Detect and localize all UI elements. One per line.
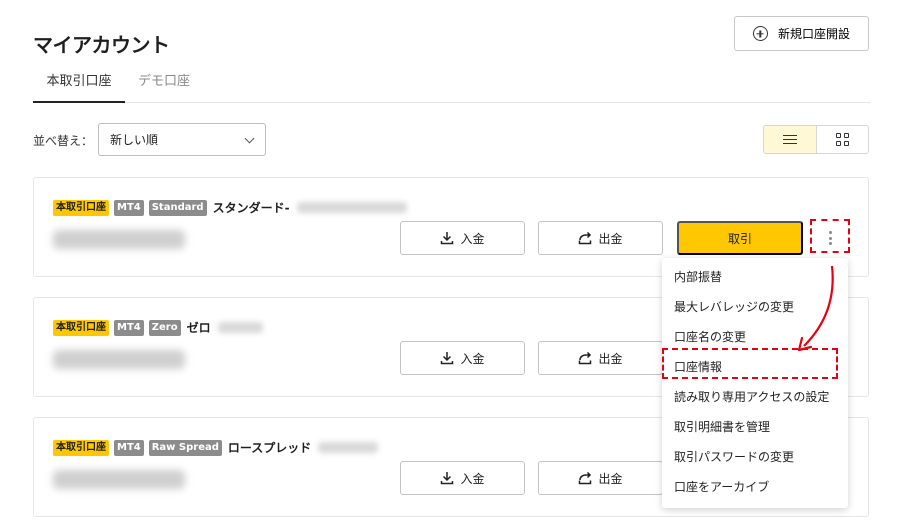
menu-item-statements[interactable]: 取引明細書を管理 — [674, 418, 770, 435]
trade-button[interactable]: 取引 — [677, 221, 803, 255]
share-upload-icon — [579, 471, 592, 485]
menu-item-change-password[interactable]: 取引パスワードの変更 — [674, 448, 794, 465]
deposit-label: 入金 — [460, 471, 485, 486]
sort-label: 並べ替え： — [33, 134, 94, 148]
menu-item-rename-account[interactable]: 口座名の変更 — [674, 328, 746, 345]
deposit-button[interactable]: 入金 — [400, 341, 525, 375]
menu-item-read-only-access[interactable]: 読み取り専用アクセスの設定 — [674, 388, 829, 405]
withdraw-button[interactable]: 出金 — [538, 221, 663, 255]
platform-badge: MT4 — [114, 439, 144, 456]
menu-item-archive-account[interactable]: 口座をアーカイブ — [674, 478, 769, 495]
account-name: ロースプレッド — [227, 441, 312, 455]
platform-badge: MT4 — [114, 199, 144, 216]
grid-icon — [835, 133, 849, 146]
account-type-badge: 本取引口座 — [53, 439, 109, 456]
variant-badge: Raw Spread — [148, 439, 222, 456]
deposit-label: 入金 — [460, 351, 485, 366]
menu-item-account-info[interactable]: 口座情報 — [674, 358, 722, 375]
more-vertical-icon — [828, 231, 832, 234]
sort-selected-value: 新しい順 — [110, 133, 159, 147]
account-options-menu: 内部振替 最大レバレッジの変更 口座名の変更 口座情報 読み取り専用アクセスの設… — [662, 258, 848, 508]
grid-view-button[interactable] — [816, 126, 868, 153]
sort-select[interactable]: 新しい順 — [98, 123, 266, 156]
share-upload-icon — [579, 351, 592, 365]
menu-item-internal-transfer[interactable]: 内部振替 — [674, 268, 722, 285]
withdraw-button[interactable]: 出金 — [538, 341, 663, 375]
deposit-label: 入金 — [460, 231, 485, 246]
download-icon — [441, 472, 454, 485]
more-options-button[interactable] — [813, 221, 847, 255]
variant-badge: Standard — [148, 199, 207, 216]
deposit-button[interactable]: 入金 — [400, 461, 525, 495]
new-account-button[interactable]: 新規口座開設 — [734, 16, 869, 51]
account-name: ゼロ — [186, 321, 211, 335]
download-icon — [441, 352, 454, 365]
withdraw-label: 出金 — [598, 351, 623, 366]
download-icon — [441, 232, 454, 245]
page-title: マイアカウント — [33, 33, 170, 57]
view-toggle — [763, 125, 869, 154]
account-badges: 本取引口座 MT4 Standard スタンダード- — [53, 199, 407, 216]
tab-demo-account[interactable]: デモ口座 — [138, 70, 190, 101]
account-name: スタンダード- — [212, 201, 290, 215]
withdraw-label: 出金 — [598, 471, 623, 486]
chevron-down-icon — [244, 133, 255, 144]
new-account-label: 新規口座開設 — [777, 27, 850, 41]
account-id-redacted — [318, 442, 379, 453]
account-balance-redacted — [53, 350, 185, 369]
account-id-redacted — [217, 322, 263, 333]
menu-item-change-leverage[interactable]: 最大レバレッジの変更 — [674, 298, 794, 315]
account-id-redacted — [296, 202, 407, 213]
plus-circle-icon — [752, 26, 768, 41]
variant-badge: Zero — [148, 319, 181, 336]
account-balance-redacted — [53, 470, 185, 489]
deposit-button[interactable]: 入金 — [400, 221, 525, 255]
withdraw-label: 出金 — [598, 231, 623, 246]
account-type-badge: 本取引口座 — [53, 199, 109, 216]
list-icon — [782, 134, 797, 145]
account-badges: 本取引口座 MT4 Raw Spread ロースプレッド — [53, 439, 379, 456]
share-upload-icon — [579, 231, 592, 245]
account-badges: 本取引口座 MT4 Zero ゼロ — [53, 319, 263, 336]
list-view-button[interactable] — [764, 126, 817, 153]
tab-real-account[interactable]: 本取引口座 — [33, 70, 125, 103]
account-type-badge: 本取引口座 — [53, 319, 109, 336]
platform-badge: MT4 — [114, 319, 144, 336]
account-tabs: 本取引口座 デモ口座 — [33, 62, 870, 103]
withdraw-button[interactable]: 出金 — [538, 461, 663, 495]
account-balance-redacted — [53, 230, 185, 249]
